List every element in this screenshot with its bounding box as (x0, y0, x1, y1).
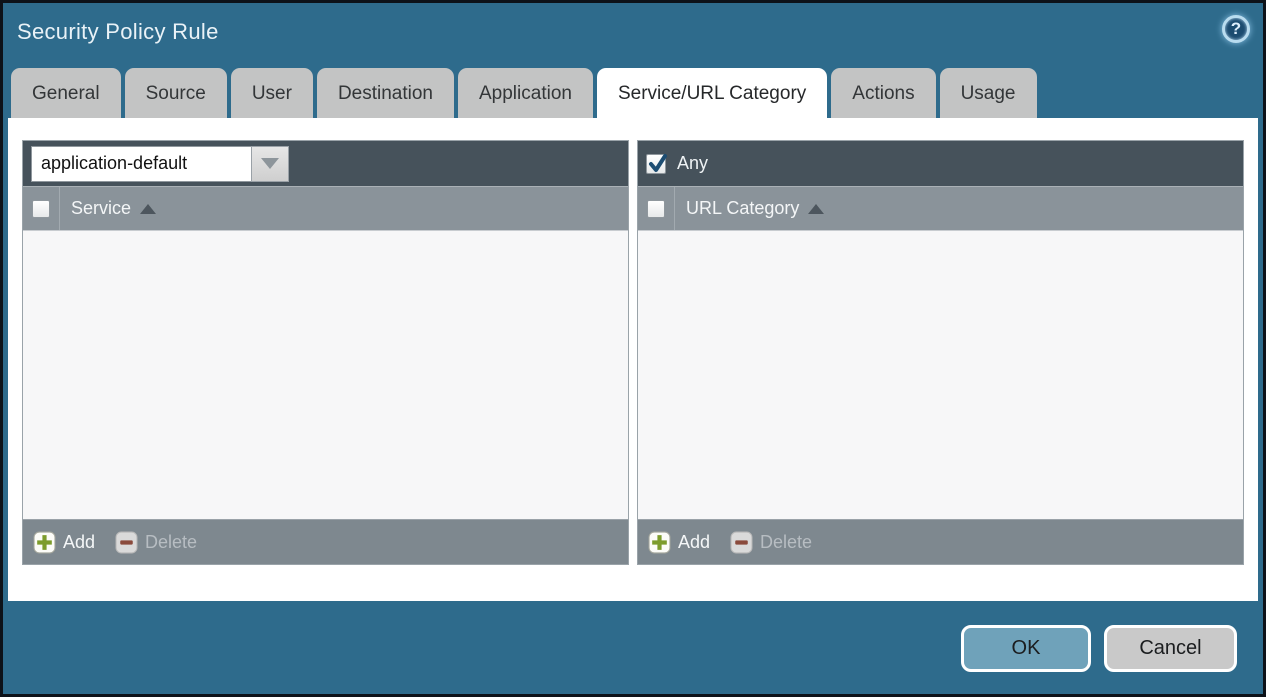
add-label: Add (63, 532, 95, 553)
plus-icon (33, 531, 56, 554)
plus-icon (648, 531, 671, 554)
tab-bar: General Source User Destination Applicat… (3, 68, 1263, 118)
minus-icon (115, 531, 138, 554)
titlebar: Security Policy Rule ? (3, 3, 1263, 68)
tab-service-url-category[interactable]: Service/URL Category (597, 68, 827, 118)
url-category-select-all-checkbox[interactable] (647, 200, 665, 218)
any-option: Any (646, 153, 708, 174)
url-category-list-body (638, 231, 1243, 519)
tab-usage[interactable]: Usage (940, 68, 1037, 118)
security-policy-rule-dialog: Security Policy Rule ? General Source Us… (0, 0, 1266, 697)
cancel-button[interactable]: Cancel (1104, 625, 1237, 672)
url-category-delete-button[interactable]: Delete (730, 531, 812, 554)
url-category-toolbar: Any (638, 141, 1243, 186)
url-category-add-button[interactable]: Add (648, 531, 710, 554)
url-category-column-label: URL Category (686, 198, 799, 219)
tab-general[interactable]: General (11, 68, 121, 118)
any-label: Any (677, 153, 708, 174)
help-icon[interactable]: ? (1222, 15, 1250, 43)
tab-destination[interactable]: Destination (317, 68, 454, 118)
url-category-select-all-cell (638, 187, 675, 230)
sort-ascending-icon (808, 204, 824, 214)
service-delete-button[interactable]: Delete (115, 531, 197, 554)
service-type-dropdown-button[interactable] (251, 146, 289, 182)
minus-icon (730, 531, 753, 554)
checkmark-icon (647, 153, 669, 175)
ok-button[interactable]: OK (961, 625, 1091, 672)
delete-label: Delete (760, 532, 812, 553)
service-panel: Service Add Dele (22, 140, 629, 565)
service-column-header[interactable]: Service (60, 187, 156, 230)
tab-actions[interactable]: Actions (831, 68, 935, 118)
chevron-down-icon (261, 158, 279, 169)
service-toolbar (23, 141, 628, 186)
dialog-footer: OK Cancel (961, 625, 1237, 672)
service-select-all-cell (23, 187, 60, 230)
page-title: Security Policy Rule (17, 19, 219, 45)
url-category-header-row: URL Category (638, 186, 1243, 231)
url-category-footer: Add Delete (638, 519, 1243, 564)
delete-label: Delete (145, 532, 197, 553)
service-add-button[interactable]: Add (33, 531, 95, 554)
service-type-input[interactable] (31, 146, 251, 182)
any-checkbox[interactable] (646, 154, 666, 174)
content-area: Service Add Dele (8, 118, 1258, 601)
url-category-column-header[interactable]: URL Category (675, 187, 824, 230)
tab-application[interactable]: Application (458, 68, 593, 118)
service-footer: Add Delete (23, 519, 628, 564)
service-header-row: Service (23, 186, 628, 231)
add-label: Add (678, 532, 710, 553)
sort-ascending-icon (140, 204, 156, 214)
tab-user[interactable]: User (231, 68, 313, 118)
service-type-dropdown (31, 146, 289, 182)
url-category-panel: Any URL Category Add (637, 140, 1244, 565)
service-list-body (23, 231, 628, 519)
service-select-all-checkbox[interactable] (32, 200, 50, 218)
tab-source[interactable]: Source (125, 68, 227, 118)
service-column-label: Service (71, 198, 131, 219)
